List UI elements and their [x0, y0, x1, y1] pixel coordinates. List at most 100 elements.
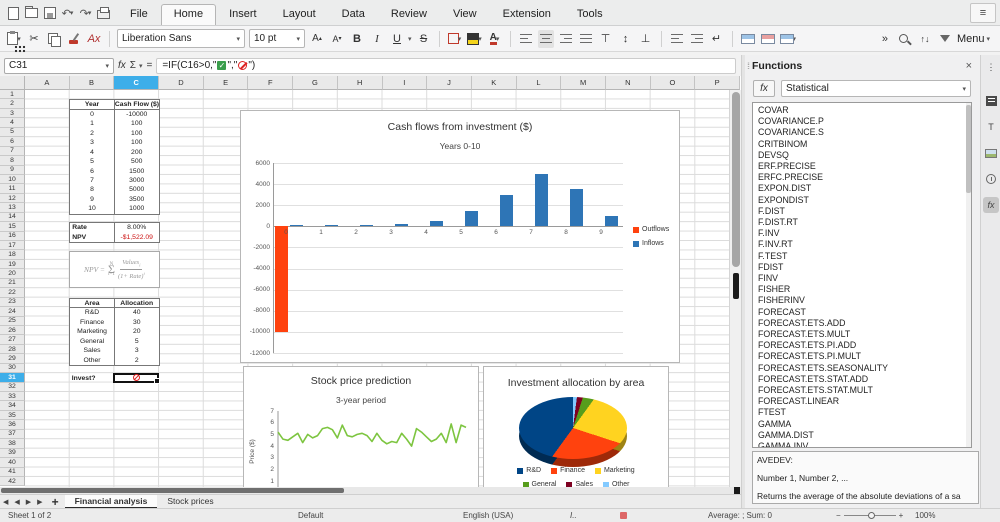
undo-icon[interactable]: ↶▾ — [60, 6, 75, 20]
panel-grip-icon[interactable]: ⁞⁞ — [745, 61, 752, 71]
row-header-41[interactable]: 41 — [0, 468, 25, 477]
row-header-24[interactable]: 24 — [0, 307, 25, 316]
row-header-3[interactable]: 3 — [0, 109, 25, 118]
data-cell[interactable]: Rate — [70, 223, 115, 232]
row-header-42[interactable]: 42 — [0, 477, 25, 486]
data-cell[interactable]: 30 — [115, 318, 159, 327]
wrap-text-button[interactable]: ↵ — [709, 30, 725, 48]
language-status[interactable]: English (USA) — [455, 511, 521, 520]
function-item[interactable]: FORECAST.ETS.STAT.ADD — [758, 374, 971, 385]
data-cell[interactable]: NPV — [70, 233, 115, 242]
data-cell[interactable]: 0 — [70, 110, 115, 119]
pie-chart[interactable]: Investment allocation by areaR&DFinanceM… — [483, 366, 669, 487]
first-sheet-icon[interactable]: ◀ — [0, 498, 11, 506]
data-cell[interactable]: 5 — [115, 337, 159, 346]
data-cell[interactable]: 2 — [115, 356, 159, 365]
function-list-scrollbar-thumb[interactable] — [966, 105, 971, 193]
align-center-button[interactable] — [538, 30, 554, 48]
data-cell[interactable]: 5000 — [115, 185, 159, 194]
column-header-B[interactable]: B — [70, 76, 115, 90]
vertical-scrollbar-thumb[interactable] — [732, 92, 740, 267]
selection-stats[interactable]: Average: ; Sum: 0 — [700, 511, 780, 520]
panel-close-icon[interactable]: × — [966, 60, 980, 72]
select-sum-icon[interactable]: Σ — [130, 60, 136, 71]
row-header-22[interactable]: 22 — [0, 288, 25, 297]
name-box[interactable]: C31▾ — [4, 58, 114, 74]
gallery-deck-icon[interactable] — [983, 145, 999, 161]
horizontal-split-handle[interactable] — [734, 487, 740, 494]
vertical-scrollbar[interactable] — [729, 90, 741, 487]
row-header-8[interactable]: 8 — [0, 156, 25, 165]
sheet-canvas[interactable]: YearCash Flow ($)0-100001100210031004200… — [25, 90, 729, 487]
zoom-in-icon[interactable]: + — [899, 511, 904, 520]
decrease-indent-button[interactable] — [689, 30, 705, 48]
search-icon[interactable] — [897, 30, 913, 48]
select-all-corner[interactable] — [0, 76, 25, 90]
zoom-slider-knob[interactable] — [868, 512, 875, 519]
shrink-font-button[interactable]: A▾ — [329, 30, 345, 48]
row-header-16[interactable]: 16 — [0, 232, 25, 241]
data-cell[interactable]: Marketing — [70, 327, 115, 336]
function-item[interactable]: FORECAST.ETS.MULT — [758, 329, 971, 340]
row-header-34[interactable]: 34 — [0, 401, 25, 410]
selected-cell-C31[interactable] — [113, 373, 159, 383]
header-cell[interactable]: Cash Flow ($) — [115, 100, 159, 109]
align-left-button[interactable] — [518, 30, 534, 48]
column-header-N[interactable]: N — [606, 76, 651, 90]
category-select[interactable]: Statistical▾ — [781, 80, 971, 97]
function-item[interactable]: FISHERINV — [758, 295, 971, 306]
function-item[interactable]: COVARIANCE.P — [758, 116, 971, 127]
align-bottom-button[interactable]: ⊥ — [638, 30, 654, 48]
data-cell[interactable]: -10000 — [115, 110, 159, 119]
data-cell[interactable]: 100 — [115, 138, 159, 147]
align-justify-button[interactable] — [578, 30, 594, 48]
column-header-G[interactable]: G — [293, 76, 338, 90]
row-header-5[interactable]: 5 — [0, 128, 25, 137]
zoom-slider[interactable] — [844, 515, 896, 516]
strikethrough-button[interactable]: S — [416, 30, 432, 48]
data-cell[interactable]: 3500 — [115, 195, 159, 204]
function-item[interactable]: CRITBINOM — [758, 139, 971, 150]
tab-insert[interactable]: Insert — [216, 4, 270, 25]
data-cell[interactable]: 7 — [70, 176, 115, 185]
functions-deck-icon[interactable]: fx — [983, 197, 999, 213]
underline-caret[interactable]: ▾ — [408, 35, 412, 43]
align-right-button[interactable] — [558, 30, 574, 48]
function-wizard-icon[interactable]: fx — [118, 60, 126, 71]
horizontal-scrollbar-thumb[interactable] — [1, 488, 344, 493]
header-cell[interactable]: Allocation — [115, 299, 159, 308]
function-item[interactable]: FINV — [758, 273, 971, 284]
zoom-value[interactable]: 100% — [915, 511, 935, 520]
function-item[interactable]: FORECAST.ETS.ADD — [758, 318, 971, 329]
toolbar-overflow-button[interactable]: » — [877, 30, 893, 48]
row-header-4[interactable]: 4 — [0, 118, 25, 127]
tab-extension[interactable]: Extension — [490, 4, 564, 25]
last-sheet-icon[interactable]: ▶ — [34, 498, 45, 506]
column-header-I[interactable]: I — [383, 76, 428, 90]
row-header-17[interactable]: 17 — [0, 241, 25, 250]
grow-font-button[interactable]: A▴ — [309, 30, 325, 48]
column-header-A[interactable]: A — [25, 76, 70, 90]
row-header-10[interactable]: 10 — [0, 175, 25, 184]
function-item[interactable]: GAMMA.DIST — [758, 430, 971, 441]
new-document-icon[interactable] — [6, 6, 21, 20]
bar-chart[interactable]: Cash flows from investment ($)Years 0-10… — [240, 110, 680, 363]
column-header-D[interactable]: D — [159, 76, 204, 90]
column-header-L[interactable]: L — [517, 76, 562, 90]
function-item[interactable]: F.DIST — [758, 206, 971, 217]
row-header-27[interactable]: 27 — [0, 335, 25, 344]
function-item[interactable]: GAMMA — [758, 419, 971, 430]
menu-dropdown[interactable]: Menu▾ — [957, 33, 990, 45]
data-cell[interactable]: Finance — [70, 318, 115, 327]
line-chart[interactable]: Stock price prediction3-year period76543… — [243, 366, 479, 487]
unmerge-cells-button[interactable]: ▾ — [780, 30, 797, 48]
header-cell[interactable]: Area — [70, 299, 115, 308]
data-cell[interactable]: 3 — [70, 138, 115, 147]
data-cell[interactable]: 8.00% — [115, 223, 159, 232]
function-item[interactable]: F.TEST — [758, 251, 971, 262]
data-cell[interactable]: 1000 — [115, 204, 159, 213]
row-header-9[interactable]: 9 — [0, 166, 25, 175]
row-header-28[interactable]: 28 — [0, 345, 25, 354]
tab-review[interactable]: Review — [378, 4, 440, 25]
data-cell[interactable]: 1 — [70, 119, 115, 128]
